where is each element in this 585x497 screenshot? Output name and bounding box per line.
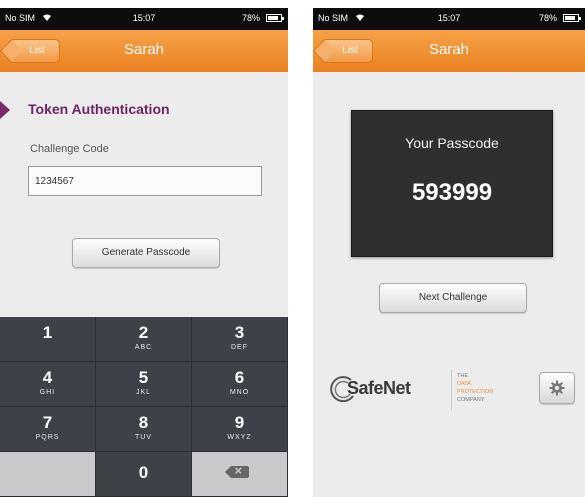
key-1[interactable]: 1 [0,317,96,362]
key-blank [0,452,96,497]
nav-title: Sarah [428,41,470,58]
key-number: 3 [234,323,245,342]
key-number: 0 [138,463,149,482]
battery-percent: 78% [241,13,260,23]
key-0[interactable]: 0 [96,452,192,497]
key-8[interactable]: 8 TUV [96,407,192,452]
key-letters: MNO [229,389,250,396]
status-bar: No SIM 15:07 78% [313,8,585,30]
settings-button[interactable] [539,372,575,404]
key-letters: DEF [231,344,248,351]
token-screen: No SIM 15:07 78% List Sarah Token Authen… [0,8,288,497]
key-number: 2 [138,323,149,342]
next-challenge-button[interactable]: Next Challenge [379,283,527,313]
key-number: 6 [234,368,245,387]
key-number: 7 [42,413,53,432]
key-letters: TUV [135,434,152,441]
key-7[interactable]: 7 PQRS [0,407,96,452]
key-letters: WXYZ [227,434,252,441]
key-letters: ABC [134,344,153,351]
numeric-keypad: 1 2 ABC 3 DEF 4 GHI 5 JKL 6 MNO 7 PQRS 8 TUV 9 W… [0,317,288,497]
section-title: Token Authentication [28,101,170,117]
key-5[interactable]: 5 JKL [96,362,192,407]
key-9[interactable]: 9 WXYZ [192,407,288,452]
logo-divider [451,370,452,410]
delete-key[interactable] [192,452,288,497]
section-arrow-icon [0,101,10,119]
passcode-label: Your Passcode [405,135,499,151]
challenge-code-label: Challenge Code [30,143,109,155]
safenet-logo: SafeNet THE DATA PROTECTION COMPANY [329,366,569,416]
key-2[interactable]: 2 ABC [96,317,192,362]
key-letters: PQRS [35,434,60,441]
key-letters: JKL [135,389,152,396]
brand-name: SafeNet [347,378,411,398]
passcode-screen: No SIM 15:07 78% List Sarah Your Passcod… [313,8,585,497]
key-number: 4 [42,368,53,387]
backspace-icon [224,463,249,478]
status-bar: No SIM 15:07 78% [0,8,288,30]
generate-passcode-button[interactable]: Generate Passcode [72,238,220,268]
key-3[interactable]: 3 DEF [192,317,288,362]
tagline-line: PROTECTION [457,389,494,395]
passcode-value: 593999 [411,179,493,206]
nav-bar: List Sarah [0,30,288,72]
key-letters: GHI [39,389,56,396]
key-number: 8 [138,413,149,432]
key-4[interactable]: 4 GHI [0,362,96,407]
battery-icon [563,14,581,22]
key-number: 9 [234,413,245,432]
tagline-line: THE [457,373,468,379]
battery-icon [266,14,284,22]
key-number: 5 [138,368,149,387]
passcode-panel: Your Passcode 593999 [351,110,553,257]
nav-bar: List Sarah [313,30,585,72]
key-number: 1 [42,323,53,342]
gear-icon [549,380,565,396]
brand-tagline: THE DATA PROTECTION COMPANY [457,372,493,404]
tagline-line: COMPANY [457,397,485,403]
challenge-code-input[interactable]: 1234567 [28,166,262,196]
key-6[interactable]: 6 MNO [192,362,288,407]
battery-percent: 78% [538,13,557,23]
nav-title: Sarah [123,41,165,58]
tagline-line: DATA [457,381,471,387]
